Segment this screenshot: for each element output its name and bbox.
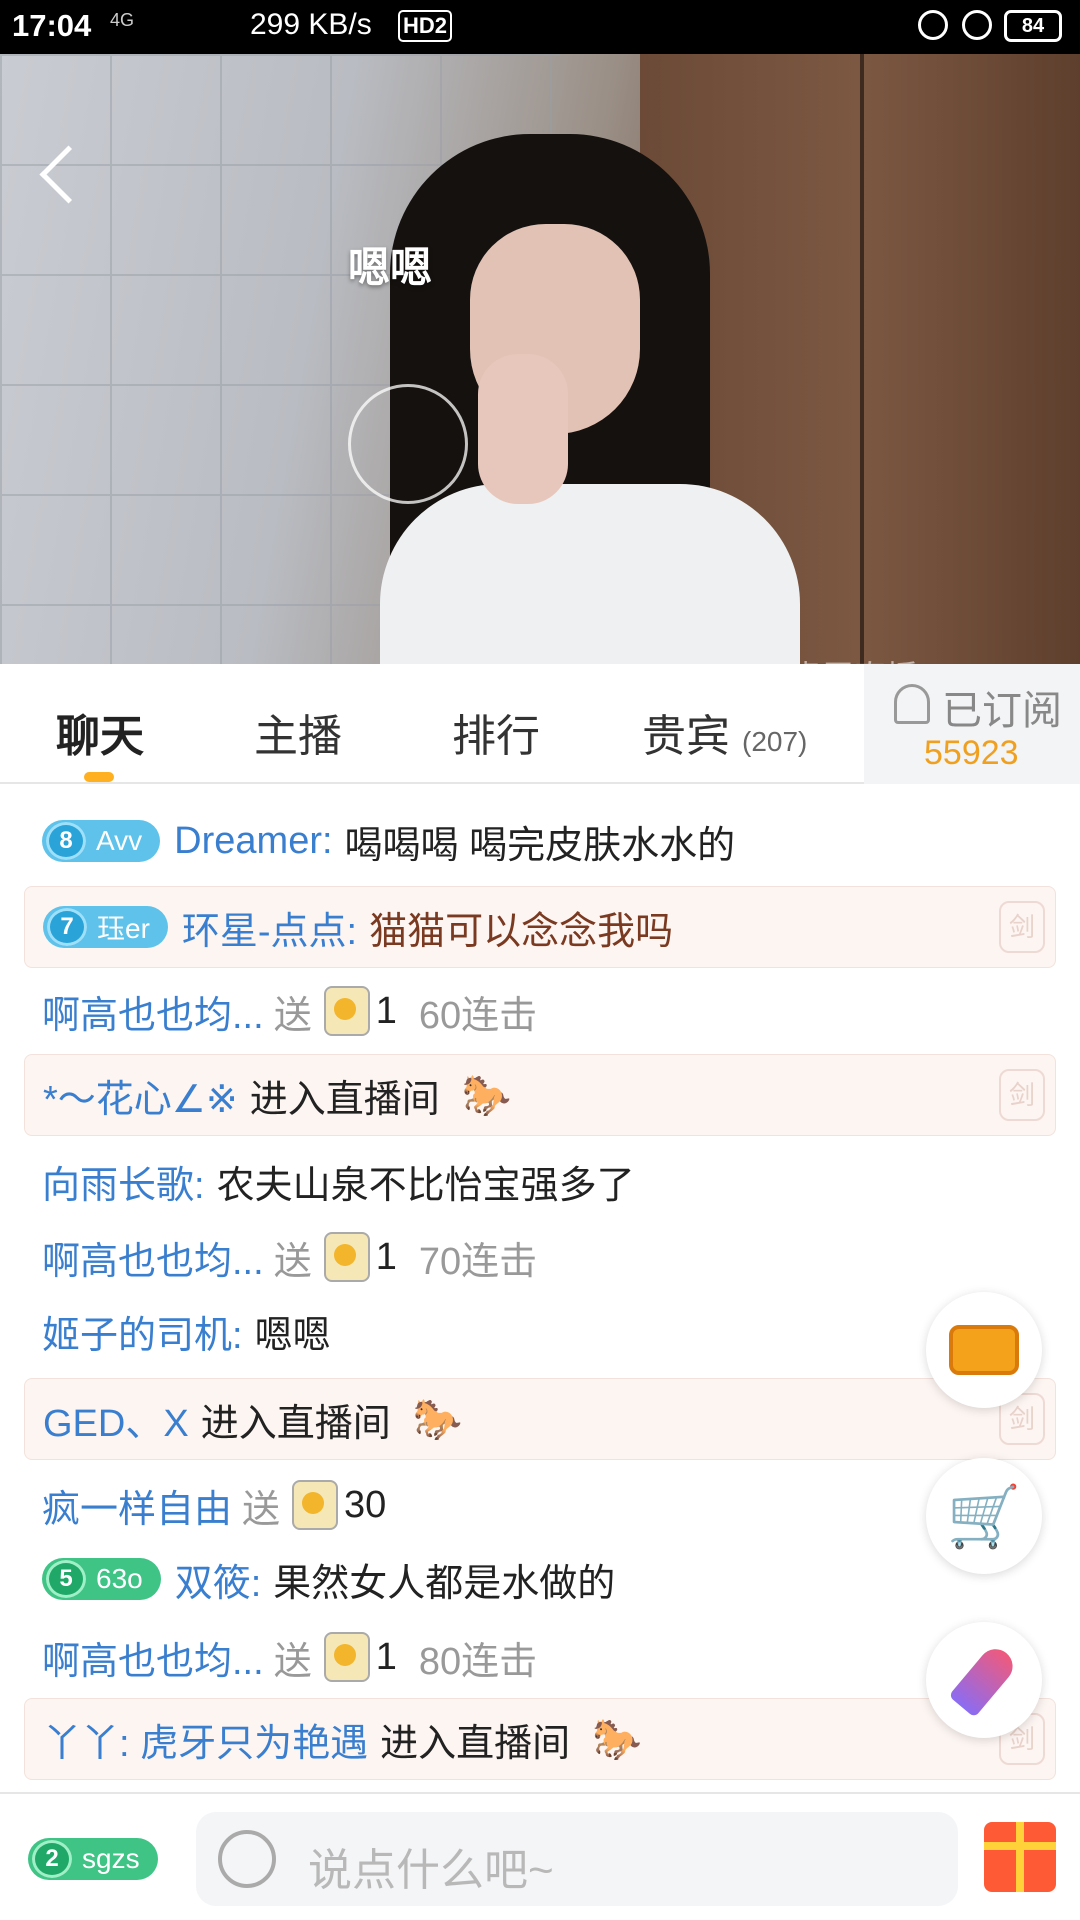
enter-message: *～花心∠※ 进入直播间 🐎 剑 bbox=[24, 1054, 1056, 1136]
rocket-button[interactable] bbox=[926, 1622, 1042, 1738]
streamer-shirt bbox=[380, 484, 800, 664]
chat-text: 果然女人都是水做的 bbox=[273, 1562, 616, 1605]
sword-icon: 剑 bbox=[999, 1069, 1045, 1121]
chat-text: 进入直播间 bbox=[200, 1402, 391, 1445]
tab-vip[interactable]: 贵宾 (207) bbox=[642, 700, 807, 764]
gift-icon bbox=[323, 986, 370, 1036]
sword-icon: 剑 bbox=[999, 901, 1045, 953]
wine-glass bbox=[348, 384, 468, 504]
treasure-chest-icon bbox=[949, 1325, 1019, 1375]
chat-text: 猫猫可以念念我吗 bbox=[369, 910, 674, 953]
gift-combo: 80连击 bbox=[418, 1640, 538, 1683]
room-watermark: 虎牙直播 812937 bbox=[790, 652, 1034, 664]
emoji-icon[interactable] bbox=[218, 1830, 276, 1888]
signal-icon: 4G bbox=[110, 10, 135, 30]
chat-text: 嗯嗯 bbox=[254, 1314, 331, 1357]
gift-icon bbox=[292, 1480, 339, 1530]
vip-count: (207) bbox=[742, 726, 808, 757]
gift-box-icon[interactable] bbox=[984, 1822, 1056, 1892]
treasure-chest-button[interactable] bbox=[926, 1292, 1042, 1408]
chat-username[interactable]: 向雨长歌: bbox=[42, 1154, 205, 1209]
chat-username[interactable]: 啊高也也均... bbox=[42, 984, 264, 1039]
horse-mount-icon: 🐎 bbox=[592, 1717, 642, 1762]
enter-message: GED、X 进入直播间 🐎 剑 bbox=[24, 1378, 1056, 1460]
horse-mount-icon: 🐎 bbox=[461, 1073, 512, 1118]
chat-text: 进入直播间 bbox=[249, 1078, 440, 1121]
subscribe-label: 已订阅 bbox=[942, 689, 1062, 733]
chat-message: 向雨长歌: 农夫山泉不比怡宝强多了 bbox=[24, 1140, 1056, 1222]
chat-input[interactable]: 说点什么吧~ bbox=[196, 1812, 958, 1906]
fan-badge: 5 63o bbox=[42, 1558, 161, 1600]
cart-icon: 🛒 bbox=[946, 1482, 1022, 1550]
chat-message: 7 珏er 环星-点点: 猫猫可以念念我吗 剑 bbox=[24, 886, 1056, 968]
tab-ranking[interactable]: 排行 bbox=[452, 700, 540, 764]
gift-action: 送 bbox=[273, 1640, 312, 1683]
active-tab-indicator bbox=[84, 772, 114, 782]
gift-count: 1 bbox=[375, 1235, 397, 1278]
gift-count: 30 bbox=[344, 1483, 387, 1526]
subscribe-button[interactable]: 已订阅 55923 bbox=[864, 664, 1080, 784]
gift-action: 送 bbox=[242, 1488, 281, 1531]
chat-username[interactable]: 啊高也也均... bbox=[42, 1630, 264, 1685]
tab-anchor[interactable]: 主播 bbox=[254, 700, 342, 764]
tab-vip-label: 贵宾 bbox=[642, 712, 730, 761]
bottom-input-bar: 2 sgzs 说点什么吧~ bbox=[0, 1792, 1080, 1920]
chat-username[interactable]: 姬子的司机: bbox=[42, 1304, 243, 1359]
gift-action: 送 bbox=[273, 994, 312, 1037]
gift-icon bbox=[323, 1632, 370, 1682]
gift-combo: 60连击 bbox=[418, 994, 538, 1037]
chat-message: 8 Avv Dreamer: 喝喝喝 喝完皮肤水水的 bbox=[24, 800, 1056, 882]
chat-username[interactable]: Dreamer: bbox=[174, 820, 332, 863]
chat-username[interactable]: 丫丫: 虎牙只为艳遇 bbox=[43, 1712, 368, 1767]
gift-message: 啊高也也均... 送 1 60连击 bbox=[24, 970, 1056, 1052]
my-fan-badge[interactable]: 2 sgzs bbox=[28, 1838, 158, 1880]
chat-text: 农夫山泉不比怡宝强多了 bbox=[216, 1164, 635, 1207]
alarm-icon bbox=[962, 10, 992, 40]
video-background-line bbox=[860, 54, 864, 664]
subscriber-count: 55923 bbox=[924, 734, 1019, 772]
enter-message: 丫丫: 虎牙只为艳遇 进入直播间 🐎 剑 bbox=[24, 1698, 1056, 1780]
gift-action: 送 bbox=[273, 1240, 312, 1283]
lock-icon bbox=[918, 10, 948, 40]
status-bar: 17:04 4G 299 KB/s HD2 84 bbox=[0, 0, 1080, 54]
gift-message: 啊高也也均... 送 1 70连击 bbox=[24, 1216, 1056, 1298]
battery-icon: 84 bbox=[1004, 10, 1062, 42]
gift-message: 疯一样自由 送 30 bbox=[24, 1464, 1056, 1546]
streamer-hand bbox=[478, 354, 568, 504]
network-speed: 299 KB/s bbox=[250, 8, 372, 41]
fan-badge: 7 珏er bbox=[43, 906, 168, 948]
gift-count: 1 bbox=[375, 989, 397, 1032]
shop-cart-button[interactable]: 🛒 bbox=[926, 1458, 1042, 1574]
chat-username[interactable]: 啊高也也均... bbox=[42, 1230, 264, 1285]
chat-message: 5 63o 双筱: 果然女人都是水做的 bbox=[24, 1538, 1056, 1620]
bell-icon bbox=[894, 684, 930, 724]
live-video[interactable]: 嗯嗯 虎牙直播 812937 bbox=[0, 54, 1080, 664]
gift-message: 啊高也也均... 送 1 80连击 bbox=[24, 1616, 1056, 1698]
gift-combo: 70连击 bbox=[418, 1240, 538, 1283]
rocket-icon bbox=[948, 1642, 1020, 1718]
chat-username[interactable]: 双筱: bbox=[175, 1552, 262, 1607]
gift-icon bbox=[323, 1232, 370, 1282]
chat-username[interactable]: *～花心∠※ bbox=[43, 1068, 238, 1123]
gift-count: 1 bbox=[375, 1635, 397, 1678]
horse-mount-icon: 🐎 bbox=[412, 1397, 463, 1442]
chat-username[interactable]: 环星-点点: bbox=[182, 900, 357, 955]
chat-username[interactable]: GED、X bbox=[43, 1392, 189, 1447]
hd-voice-icon: HD2 bbox=[398, 10, 453, 42]
chat-username[interactable]: 疯一样自由 bbox=[42, 1478, 232, 1533]
status-time: 17:04 bbox=[12, 8, 92, 43]
tab-chat[interactable]: 聊天 bbox=[56, 700, 144, 764]
chat-text: 喝喝喝 喝完皮肤水水的 bbox=[344, 824, 736, 867]
fan-badge: 8 Avv bbox=[42, 820, 161, 862]
chat-text: 进入直播间 bbox=[380, 1722, 571, 1765]
video-caption: 嗯嗯 bbox=[347, 244, 432, 291]
chat-message: 姬子的司机: 嗯嗯 bbox=[24, 1290, 1056, 1372]
chat-input-placeholder: 说点什么吧~ bbox=[308, 1846, 554, 1895]
